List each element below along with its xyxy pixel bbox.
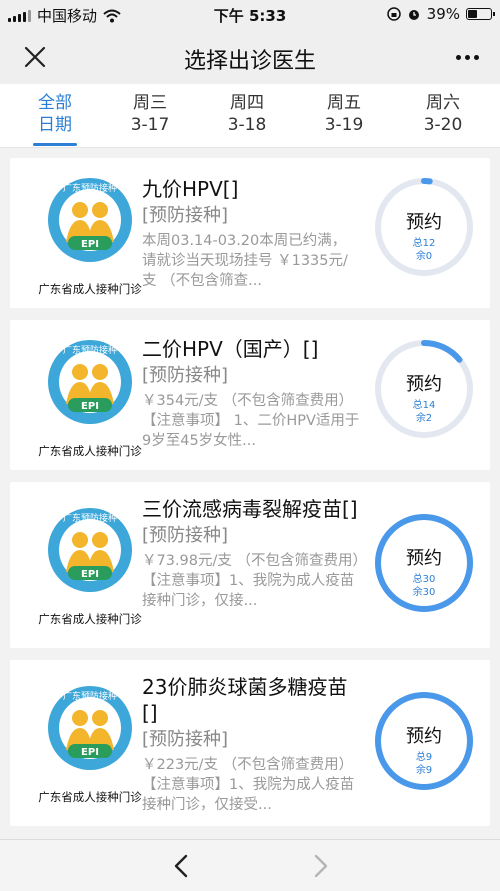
tab-line2: 日期 <box>38 115 72 135</box>
item-content: 九价HPV[] [预防接种] 本周03.14-03.20本周已约满，请就诊当天现… <box>142 176 360 291</box>
item-content: 二价HPV（国产）[] [预防接种] ￥354元/支 （不包含筛查费用） 【注意… <box>142 336 360 451</box>
item-content: 三价流感病毒裂解疫苗[] [预防接种] ￥73.98元/支 （不包含筛查费用）【… <box>142 496 360 611</box>
tab-active-indicator <box>33 143 77 146</box>
tab-wed[interactable]: 周三 3-17 <box>101 92 199 136</box>
tab-line2: 3-19 <box>324 115 364 135</box>
tab-line1: 全部 <box>38 93 72 113</box>
book-ring[interactable]: 预约 总9 余9 <box>373 690 475 792</box>
alarm-icon <box>408 10 419 20</box>
tab-thu[interactable]: 周四 3-18 <box>198 92 296 136</box>
tab-line2: 3-17 <box>130 115 170 135</box>
tab-line2: 3-20 <box>423 115 463 135</box>
chevron-left-icon[interactable] <box>168 852 196 880</box>
clinic-logo: EPI 广东预防接种 广东省成人接种门诊 <box>30 502 150 627</box>
tab-sat[interactable]: 周六 3-20 <box>394 92 492 136</box>
page-title: 选择出诊医生 <box>183 49 316 74</box>
chevron-right-icon[interactable] <box>306 852 334 880</box>
book-label: 预约 <box>406 212 442 233</box>
epi-badge-text: EPI <box>81 239 99 250</box>
book-ring[interactable]: 预约 总30 余30 <box>373 512 475 614</box>
vaccine-description: 本周03.14-03.20本周已约满，请就诊当天现场挂号 ￥1335元/支 （不… <box>142 233 348 289</box>
date-tabs: 全部 日期 周三 3-17 周四 3-18 周五 3-19 周六 3-20 <box>0 84 500 148</box>
tab-fri[interactable]: 周五 3-19 <box>295 92 393 136</box>
vaccine-description: ￥73.98元/支 （不包含筛查费用）【注意事项】1、我院为成人疫苗接种门诊，仅… <box>142 553 360 609</box>
epi-badge-text: EPI <box>81 569 99 580</box>
logo-arc-text: 广东预防接种 <box>63 512 117 524</box>
logo-arc-text: 广东预防接种 <box>63 690 117 702</box>
vaccine-card[interactable]: EPI 广东预防接种 广东省成人接种门诊 三价流感病毒裂解疫苗[] [预防接种]… <box>10 482 490 648</box>
vaccine-category: [预防接种] <box>142 365 229 386</box>
vaccine-card[interactable]: EPI 广东预防接种 广东省成人接种门诊 二价HPV（国产）[] [预防接种] … <box>10 320 490 470</box>
battery-percent: 39% <box>426 5 460 23</box>
vaccine-name: 三价流感病毒裂解疫苗[] <box>142 497 358 521</box>
vaccine-category: [预防接种] <box>142 525 229 546</box>
vaccine-card[interactable]: EPI 广东预防接种 广东省成人接种门诊 九价HPV[] [预防接种] 本周03… <box>10 158 490 308</box>
vaccine-category: [预防接种] <box>142 205 229 226</box>
more-icon[interactable] <box>450 42 484 72</box>
clinic-logo: EPI 广东预防接种 广东省成人接种门诊 <box>30 334 150 459</box>
tab-line1: 周四 <box>230 93 264 113</box>
vaccine-name: 九价HPV[] <box>142 177 239 201</box>
vaccine-name: 二价HPV（国产）[] <box>142 337 319 361</box>
nav-bar: 选择出诊医生 <box>0 30 500 84</box>
browser-toolbar <box>0 839 500 891</box>
book-ring[interactable]: 预约 总12 余0 <box>373 176 475 278</box>
vaccine-description: ￥223元/支 （不包含筛查费用）【注意事项】1、我院为成人疫苗接种门诊，仅接受… <box>142 757 355 813</box>
epi-logo-icon: EPI 广东预防接种 <box>48 686 132 770</box>
clinic-logo: EPI 广东预防接种 广东省成人接种门诊 <box>30 680 150 805</box>
epi-badge-text: EPI <box>81 401 99 412</box>
remaining-count: 余30 <box>412 587 436 598</box>
tab-line1: 周三 <box>133 93 167 113</box>
clinic-name: 广东省成人接种门诊 <box>38 444 142 458</box>
book-label: 预约 <box>406 374 442 395</box>
book-ring[interactable]: 预约 总14 余2 <box>373 338 475 440</box>
status-right: 39% <box>386 5 495 23</box>
vaccine-category: [预防接种] <box>142 729 229 750</box>
epi-logo-icon: EPI 广东预防接种 <box>48 178 132 262</box>
clinic-logo: EPI 广东预防接种 广东省成人接种门诊 <box>30 172 150 297</box>
logo-arc-text: 广东预防接种 <box>63 344 117 356</box>
rotation-lock-icon <box>386 7 401 21</box>
clinic-name: 广东省成人接种门诊 <box>38 612 142 626</box>
vaccine-description: ￥354元/支 （不包含筛查费用） 【注意事项】 1、二价HPV适用于9岁至45… <box>142 393 360 449</box>
book-label: 预约 <box>406 548 442 569</box>
epi-badge-text: EPI <box>81 747 99 758</box>
item-content: 23价肺炎球菌多糖疫苗[] [预防接种] ￥223元/支 （不包含筛查费用）【注… <box>142 674 360 815</box>
logo-arc-text: 广东预防接种 <box>63 182 117 194</box>
vaccine-card[interactable]: EPI 广东预防接种 广东省成人接种门诊 23价肺炎球菌多糖疫苗[] [预防接种… <box>10 660 490 826</box>
tab-line1: 周五 <box>327 93 361 113</box>
tab-all-dates[interactable]: 全部 日期 <box>6 92 104 146</box>
tab-line2: 3-18 <box>227 115 267 135</box>
vaccine-name: 23价肺炎球菌多糖疫苗[] <box>142 675 348 725</box>
status-bar: 中国移动 下午 5:33 39% <box>0 0 500 30</box>
epi-logo-icon: EPI 广东预防接种 <box>48 508 132 592</box>
battery-icon <box>466 8 495 20</box>
remaining-count: 余9 <box>415 765 433 776</box>
remaining-count: 余2 <box>415 413 433 424</box>
remaining-count: 余0 <box>415 251 433 262</box>
book-label: 预约 <box>406 726 442 747</box>
tab-line1: 周六 <box>426 93 460 113</box>
clinic-name: 广东省成人接种门诊 <box>38 282 142 296</box>
epi-logo-icon: EPI 广东预防接种 <box>48 340 132 424</box>
clinic-name: 广东省成人接种门诊 <box>38 790 142 804</box>
